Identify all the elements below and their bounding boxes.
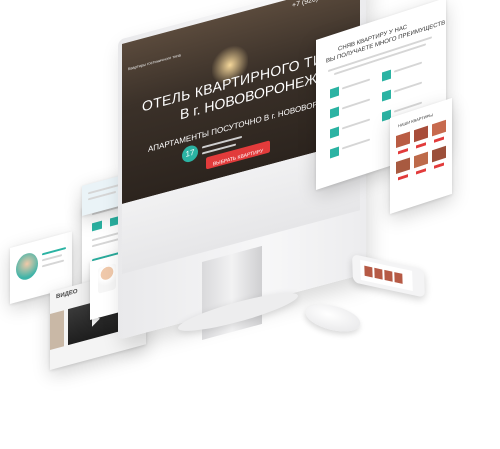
hero-side-note: Квартиры гостиничного типа xyxy=(128,52,181,72)
apartment-photo[interactable] xyxy=(396,131,410,149)
benefit-text xyxy=(342,138,370,150)
apartment-button[interactable] xyxy=(416,142,426,149)
manager-photo xyxy=(98,263,116,294)
benefit-icon xyxy=(382,69,391,82)
hero-badge-number: 17 xyxy=(185,147,195,159)
apartment-photo[interactable] xyxy=(414,151,428,169)
apartment-button[interactable] xyxy=(434,136,444,143)
phone-apartment-photo xyxy=(384,269,393,282)
benefit-icon xyxy=(330,126,339,139)
apartment-button[interactable] xyxy=(416,168,426,175)
apartment-button[interactable] xyxy=(398,148,408,155)
benefit-text xyxy=(342,118,370,130)
benefit-text xyxy=(394,61,422,73)
apartment-photo[interactable] xyxy=(432,119,446,137)
apartment-photo[interactable] xyxy=(414,125,428,143)
apartment-button[interactable] xyxy=(398,174,408,181)
hero-phone: +7 (920) 228-27-45 xyxy=(292,0,352,9)
mouse-device xyxy=(302,299,364,337)
benefit-icon xyxy=(330,146,339,159)
family-photo xyxy=(16,250,38,283)
benefit-icon xyxy=(382,89,391,102)
phone-apartment-photo xyxy=(374,267,383,280)
phone-screen xyxy=(360,259,413,292)
page-card-apartments: НАШИ КВАРТИРЫ xyxy=(390,97,452,214)
phone-apartment-photo xyxy=(394,272,403,284)
family-text-line xyxy=(42,259,64,268)
video-label: ВИДЕО xyxy=(56,288,78,301)
feature-tile xyxy=(92,220,102,232)
benefit-icon xyxy=(330,86,339,99)
phone-device xyxy=(352,254,425,298)
devices-mockup-scene: ВИДЕО +7 (920) 228-27-45 Квартиры гостин… xyxy=(0,0,500,449)
benefit-icon xyxy=(330,106,339,119)
phone-apartment-photo xyxy=(364,265,373,278)
benefit-text xyxy=(342,98,370,110)
apartment-button[interactable] xyxy=(434,162,444,169)
video-side-photo xyxy=(50,310,64,350)
hero-badge: 17 xyxy=(182,143,198,164)
cta-button-label: ВЫБРАТЬ КВАРТИРУ xyxy=(212,148,264,168)
benefit-text xyxy=(342,78,370,90)
family-text-line xyxy=(42,246,66,256)
benefit-text xyxy=(394,81,422,93)
apartment-photo[interactable] xyxy=(396,157,410,175)
apartment-photo[interactable] xyxy=(432,145,446,163)
